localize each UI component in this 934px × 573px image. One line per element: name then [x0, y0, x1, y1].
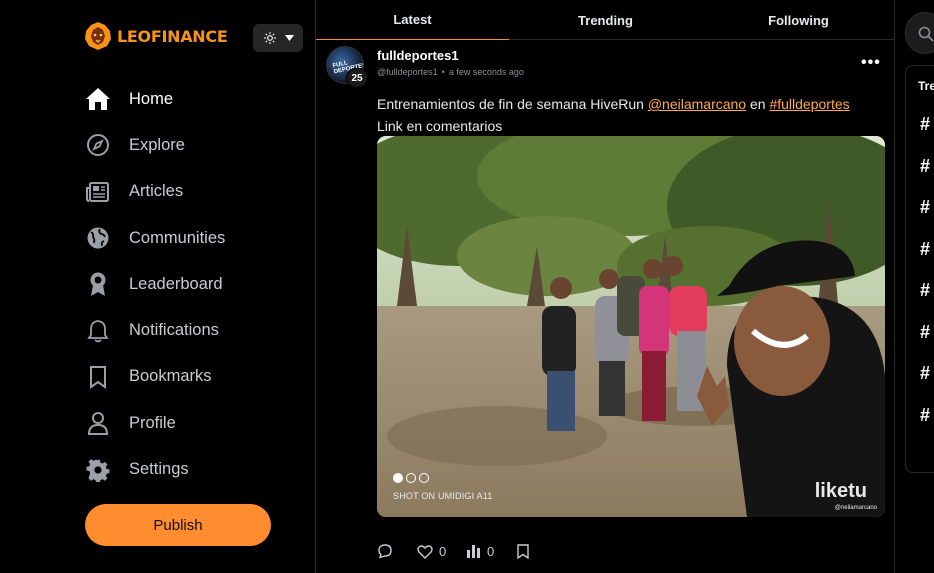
publish-button[interactable]: Publish — [85, 504, 271, 546]
pager-dot[interactable] — [419, 473, 429, 483]
left-sidebar: LEOFINANCE Home Explore Articles Communi… — [0, 0, 316, 573]
views-count: 0 — [487, 543, 495, 559]
trending-hashtag[interactable]: # — [920, 363, 930, 384]
lion-logo-icon — [85, 22, 111, 50]
tab-latest[interactable]: Latest — [316, 0, 509, 40]
trending-hashtag[interactable]: # — [920, 114, 930, 135]
reputation-badge: 25 — [346, 68, 368, 88]
gear-icon — [263, 32, 276, 44]
feed-tabs: Latest Trending Following — [316, 0, 895, 40]
bell-icon — [84, 317, 112, 345]
search-icon — [918, 26, 934, 42]
hashtag-link[interactable]: #fulldeportes — [769, 96, 849, 112]
comment-button[interactable] — [377, 543, 417, 559]
nav-item-settings[interactable]: Settings — [84, 446, 225, 492]
feed: Latest Trending Following FULL DEPORTES … — [316, 0, 895, 573]
post-actions: 0 0 — [377, 543, 529, 559]
nav-item-articles[interactable]: Articles — [84, 169, 225, 215]
bar-chart-icon — [467, 545, 480, 558]
caret-down-icon — [284, 35, 294, 41]
tab-trending[interactable]: Trending — [509, 0, 702, 40]
comment-icon — [378, 544, 392, 559]
award-icon — [84, 270, 112, 298]
bookmark-post-button[interactable] — [517, 543, 529, 559]
post-handle[interactable]: @fulldeportes1 — [377, 67, 438, 77]
nav-item-leaderboard[interactable]: Leaderboard — [84, 261, 225, 307]
logo-wordmark: LEOFINANCE — [117, 26, 228, 46]
mention-link[interactable]: @neilamarcano — [648, 96, 746, 112]
compass-icon — [84, 131, 112, 159]
post-text-line2: Link en comentarios — [377, 118, 503, 134]
post-text-start: Entrenamientos de fin de semana HiveRun — [377, 96, 648, 112]
nav-label-leaderboard: Leaderboard — [129, 274, 223, 293]
nav-label-notifications: Notifications — [129, 321, 219, 340]
nav-label-communities: Communities — [129, 228, 226, 247]
bookmark-icon — [84, 363, 112, 391]
pager-dot[interactable] — [406, 473, 416, 483]
trending-hashtag[interactable]: # — [920, 239, 930, 260]
home-icon — [84, 85, 112, 113]
user-icon — [84, 409, 112, 437]
heart-icon — [417, 544, 433, 559]
trending-hashtag[interactable]: # — [920, 197, 930, 218]
photo-caption: SHOT ON UMIDIGI A11 — [393, 491, 493, 501]
pager-dot-active[interactable] — [393, 473, 403, 483]
tab-following[interactable]: Following — [702, 0, 895, 40]
nav-item-bookmarks[interactable]: Bookmarks — [84, 354, 225, 400]
app-root: LEOFINANCE Home Explore Articles Communi… — [0, 0, 934, 573]
post-author[interactable]: fulldeportes1 — [377, 48, 459, 63]
nav-label-explore: Explore — [129, 135, 185, 154]
nav-item-home[interactable]: Home — [84, 76, 225, 122]
newspaper-icon — [84, 178, 112, 206]
main-nav: Home Explore Articles Communities Leader… — [84, 76, 225, 493]
nav-label-settings: Settings — [129, 460, 189, 479]
trending-hashtag[interactable]: # — [920, 280, 930, 301]
post-meta: @fulldeportes1 • a few seconds ago — [377, 67, 524, 77]
search-input[interactable] — [905, 12, 934, 54]
trending-panel: Tre # # # # # # # # — [905, 65, 934, 473]
nav-item-communities[interactable]: Communities — [84, 215, 225, 261]
bookmark-icon — [517, 543, 529, 559]
more-options-icon[interactable]: ••• — [861, 54, 881, 72]
views-button[interactable]: 0 — [467, 544, 517, 559]
gear-icon — [84, 456, 112, 484]
post-photo-image — [377, 136, 885, 517]
globe-icon — [84, 224, 112, 252]
nav-label-articles: Articles — [129, 182, 184, 201]
like-button[interactable]: 0 — [417, 544, 467, 559]
nav-item-explore[interactable]: Explore — [84, 122, 225, 168]
post-photo[interactable]: SHOT ON UMIDIGI A11 liketu @neilamarcano — [377, 136, 885, 517]
meta-separator: • — [441, 67, 445, 77]
nav-label-home: Home — [129, 89, 174, 108]
post-text-mid: en — [746, 96, 770, 112]
trending-hashtag[interactable]: # — [920, 322, 930, 343]
post-body: Entrenamientos de fin de semana HiveRun … — [377, 93, 889, 137]
nav-label-bookmarks: Bookmarks — [129, 367, 212, 386]
right-panel: Tre # # # # # # # # — [895, 0, 934, 573]
photo-brand: liketu — [814, 480, 867, 502]
photo-pager[interactable] — [393, 473, 429, 483]
theme-settings-button[interactable] — [253, 24, 303, 52]
trending-hashtag[interactable]: # — [920, 405, 930, 426]
photo-brand-sub: @neilamarcano — [834, 505, 877, 511]
trending-hashtag[interactable]: # — [920, 156, 930, 177]
trending-title: Tre — [918, 79, 934, 93]
nav-label-profile: Profile — [129, 413, 176, 432]
nav-item-notifications[interactable]: Notifications — [84, 307, 225, 353]
nav-item-profile[interactable]: Profile — [84, 400, 225, 446]
post-time: a few seconds ago — [448, 67, 524, 77]
leofinance-logo[interactable]: LEOFINANCE — [83, 20, 228, 52]
like-count: 0 — [439, 543, 447, 559]
